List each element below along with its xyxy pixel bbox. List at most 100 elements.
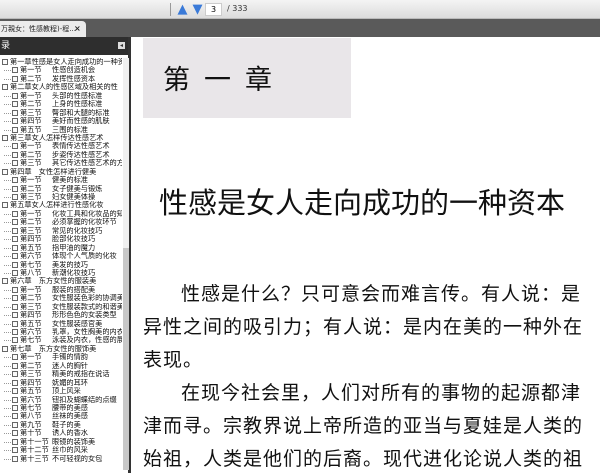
page-icon — [12, 177, 18, 184]
toc-section[interactable]: 第三节 女性服装款式的和谐美 — [0, 303, 122, 311]
section-number: 第八节 — [20, 412, 42, 421]
toc-section[interactable]: 第七节 泳装及内衣，性感的展 — [0, 336, 122, 344]
toc-section[interactable]: 第一节 表情传达性感艺术 — [0, 142, 122, 150]
paragraph: 性感是什么？只可意会而难言传。有人说：是异性之间的吸引力；有人说：是内在美的一种… — [143, 283, 584, 371]
toc-section[interactable]: 第三节 妇女健美体操 — [0, 193, 122, 201]
page-icon — [12, 244, 18, 251]
toc-label: 新潮化妆技巧 — [52, 268, 96, 277]
page-icon — [12, 430, 18, 437]
page-icon — [12, 185, 18, 192]
section-number: 第十节 — [20, 429, 42, 438]
toc-label: 性感创造机会 — [52, 66, 96, 75]
toc-label: 顶上风采 — [52, 387, 81, 396]
scrollbar-thumb[interactable] — [123, 248, 129, 470]
toc-section[interactable]: 第六节 钮扣及蝴蝶结的点缀 — [0, 396, 122, 404]
toc-chapter[interactable]: 第二章女人的性感区域及相关的性 — [0, 83, 122, 91]
toc-section[interactable]: 第四节 脸部化妆技巧 — [0, 235, 122, 243]
toc-section[interactable]: 第四节 妩媚的耳环 — [0, 379, 122, 387]
page-total: / 333 — [227, 4, 248, 13]
toc-section[interactable]: 第九节 鞋子的美 — [0, 421, 122, 429]
toc-section[interactable]: 第三节 精美的戒指在说话 — [0, 370, 122, 378]
toc-label: 化妆工具和化妆品的知 — [52, 209, 122, 218]
toc-section[interactable]: 第六节 乳罩，女性胸美的内衣 — [0, 328, 122, 336]
toc-section[interactable]: 第二节 步姿传达性感艺术 — [0, 151, 122, 159]
toc-chapter[interactable]: 第三章女人怎样传达性感艺术 — [0, 134, 122, 142]
toolbar-separator — [170, 3, 171, 16]
toc-section[interactable]: 第二节 上身的性感标准 — [0, 100, 122, 108]
toc-label: 第二章女人的性感区域及相关的性 — [10, 83, 118, 92]
toc-section[interactable]: 第七节 美发的技巧 — [0, 261, 122, 269]
toc-section[interactable]: 第五节 顶上风采 — [0, 387, 122, 395]
toc-section[interactable]: 第六节 体现个人气质的化妆 — [0, 252, 122, 260]
toc-section[interactable]: 第一节 化妆工具和化妆品的知 — [0, 210, 122, 218]
toc-section[interactable]: 第二节 必须掌握的化妆环节 — [0, 218, 122, 226]
toc-label: 女性服装色彩的协调美 — [52, 294, 122, 303]
toc-label: 健美的标准 — [52, 176, 88, 185]
page-icon — [12, 303, 18, 310]
page-icon — [12, 388, 18, 395]
page-icon — [12, 286, 18, 293]
collapse-icon[interactable]: ◂ — [118, 42, 125, 49]
document-tab[interactable]: 万親女：性感教程)-程... × — [0, 21, 86, 37]
section-number: 第六节 — [20, 328, 42, 336]
toc-label: 发挥性感资本 — [52, 74, 96, 83]
toc-label: 女性服装款式的和谐美 — [52, 302, 122, 311]
toc-section[interactable]: 第二节 女性服装色彩的协调美 — [0, 294, 122, 302]
toc-section[interactable]: 第三节 常见的化妆技巧 — [0, 227, 122, 235]
toc-section[interactable]: 第五节 指甲油的魔力 — [0, 244, 122, 252]
toc-label: 上身的性感标准 — [52, 100, 103, 109]
toc-chapter[interactable]: 第一章性感是女人走向成功的一种资本 — [0, 58, 122, 66]
toc-chapter[interactable]: 第五章女人怎样进行性感化妆 — [0, 201, 122, 209]
scrollbar[interactable] — [123, 58, 129, 470]
toc-label: 常见的化妆技巧 — [52, 226, 103, 235]
toc-section[interactable]: 第二节 迷人的胸针 — [0, 362, 122, 370]
arrow-down-icon[interactable]: ▼ — [191, 3, 204, 16]
toc-label: 丝巾的风采 — [52, 446, 88, 455]
toc-section[interactable]: 第十一节 眼镜的装饰美 — [0, 438, 122, 446]
toc-chapter[interactable]: 第四章 女性怎样进行健美 — [0, 168, 122, 176]
toc-label: 妇女健美体操 — [52, 193, 96, 201]
toc-chapter[interactable]: 第七章 东方女性的服饰美 — [0, 345, 122, 353]
toc-label: 美发的技巧 — [52, 260, 88, 269]
section-number: 第十二节 — [20, 446, 49, 455]
arrow-up-icon[interactable]: ▲ — [176, 3, 189, 16]
sidebar-header: 录 ◂ — [0, 37, 128, 55]
toc-section[interactable]: 第四节 美好而性感的肌肤 — [0, 117, 122, 125]
toc-label: 第六章 东方女性的服装美 — [10, 277, 97, 286]
toc-section[interactable]: 第十节 诱人的香水 — [0, 429, 122, 437]
toc-label: 不可轻视的女包 — [52, 454, 103, 463]
toc-label: 表情传达性感艺术 — [52, 142, 110, 151]
section-number: 第二节 — [20, 74, 42, 83]
toc-label: 手镯的情韵 — [52, 353, 88, 362]
toc-section[interactable]: 第一节 健美的标准 — [0, 176, 122, 184]
page-number-input[interactable]: 3 — [205, 3, 222, 16]
toc-label: 必须掌握的化妆环节 — [52, 218, 117, 227]
toc-section[interactable]: 第二节 女子健美与锻炼 — [0, 185, 122, 193]
close-icon[interactable]: × — [74, 21, 81, 37]
toc-section[interactable]: 第三节 臀部和大腿的标准 — [0, 109, 122, 117]
section-number: 第三节 — [20, 193, 42, 201]
toc-label: 第七章 东方女性的服饰美 — [10, 344, 97, 353]
toc-section[interactable]: 第一节 服装的搭配美 — [0, 286, 122, 294]
toc-section[interactable]: 第一节 手镯的情韵 — [0, 353, 122, 361]
toc-section[interactable]: 第一节 性感创造机会 — [0, 66, 122, 74]
toc-section[interactable]: 第八节 丝袜的美感 — [0, 412, 122, 420]
toc-section[interactable]: 第一节 头部的性感标准 — [0, 92, 122, 100]
page-icon — [2, 84, 8, 91]
toc-section[interactable]: 第十二节 丝巾的风采 — [0, 446, 122, 454]
toc-chapter[interactable]: 第六章 东方女性的服装美 — [0, 277, 122, 285]
toc-section[interactable]: 第五节 女性服装感官美 — [0, 320, 122, 328]
section-number: 第二节 — [20, 100, 42, 109]
tab-label: 万親女：性感教程)-程... — [1, 25, 76, 33]
toc-section[interactable]: 第七节 腰带的美感 — [0, 404, 122, 412]
toc-section[interactable]: 第四节 形形色色的女装类型 — [0, 311, 122, 319]
toc-section[interactable]: 第十三节 不可轻视的女包 — [0, 455, 122, 463]
section-number: 第七节 — [20, 336, 42, 345]
document-page: 第一章 性感是女人走向成功的一种资本 性感是什么？只可意会而难言传。有人说：是异… — [133, 37, 600, 473]
section-number: 第六节 — [20, 395, 42, 404]
page-icon — [12, 396, 18, 403]
toc-section[interactable]: 第二节 发挥性感资本 — [0, 75, 122, 83]
toc-section[interactable]: 第八节 新潮化妆技巧 — [0, 269, 122, 277]
toc-section[interactable]: 第五节 三围的标准 — [0, 126, 122, 134]
toc-section[interactable]: 第三节 其它传达性感艺术的方 — [0, 159, 122, 167]
